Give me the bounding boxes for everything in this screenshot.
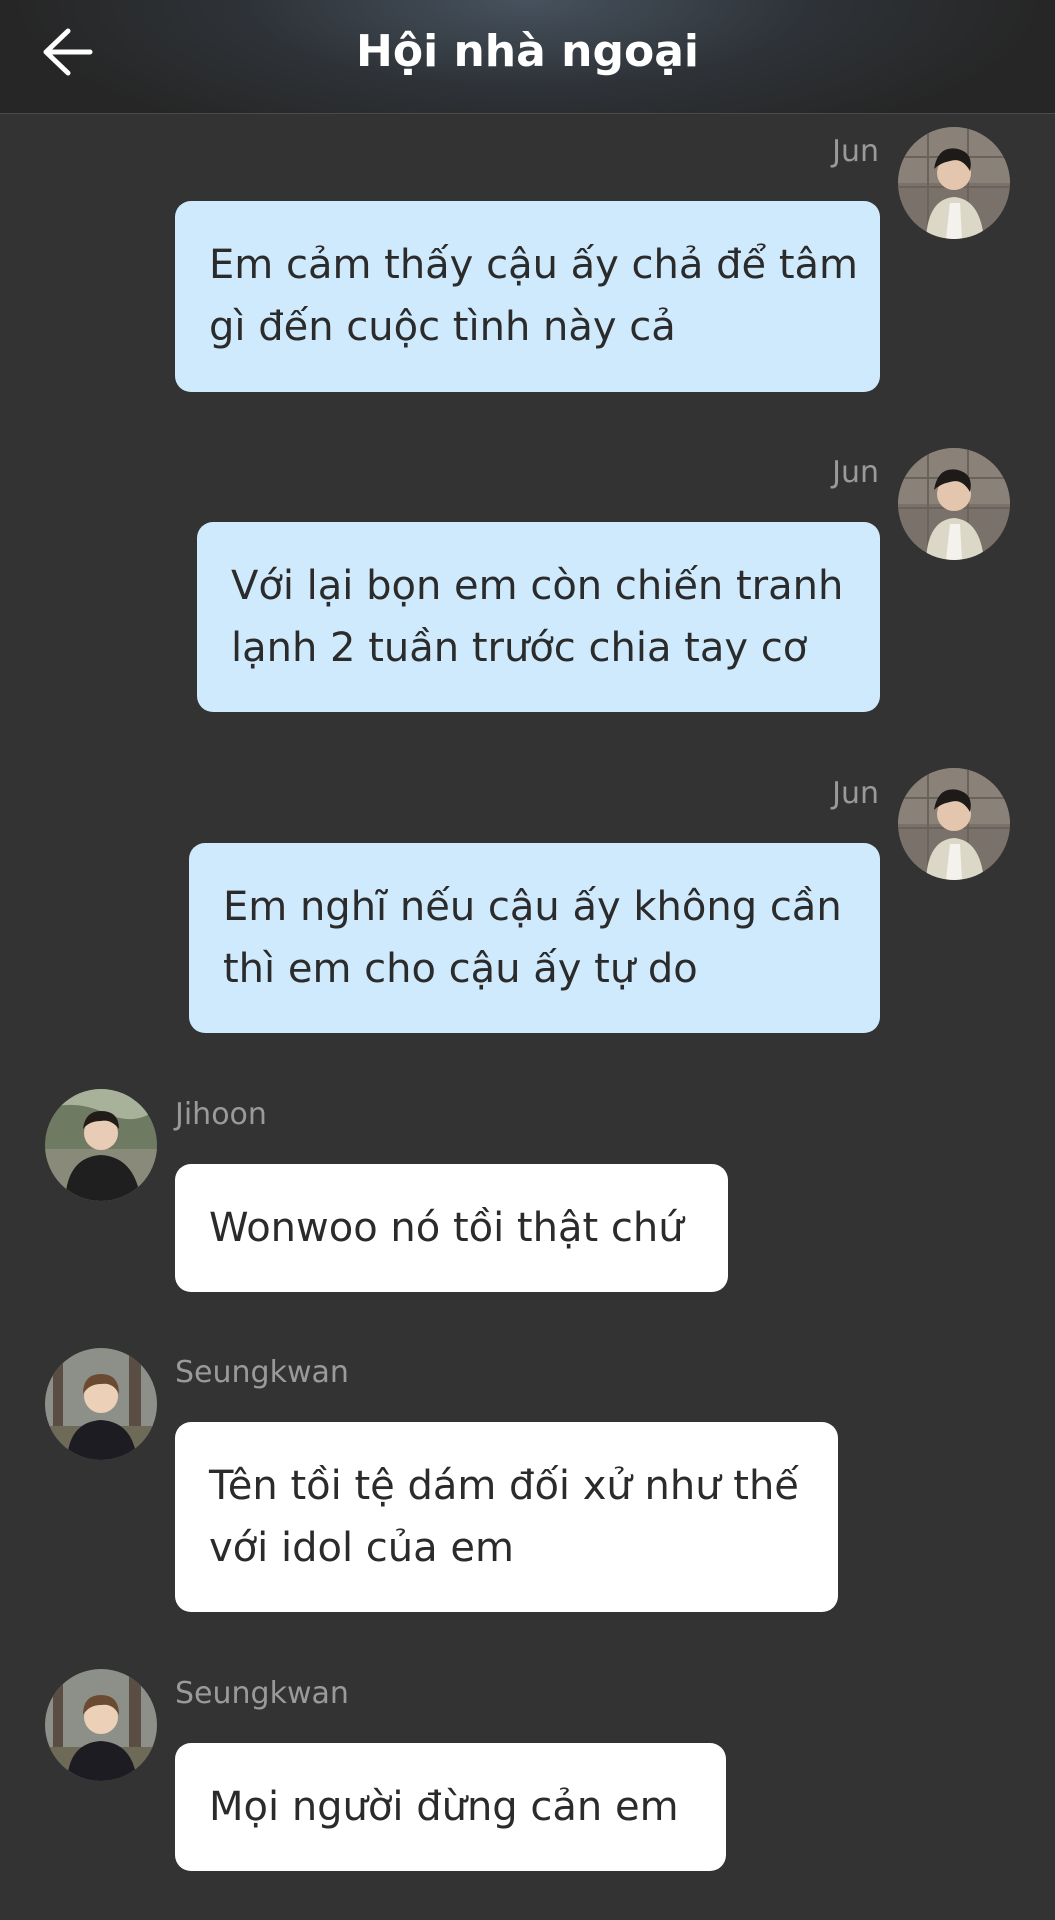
message-text-line: thì em cho cậu ấy tự do: [223, 946, 698, 992]
sender-name: Jun: [832, 455, 879, 490]
sender-name: Jun: [832, 134, 879, 169]
avatar-seungkwan[interactable]: [45, 1669, 157, 1781]
sender-name: Jihoon: [175, 1097, 267, 1132]
message-text-line: Mọi người đừng cản em: [209, 1784, 679, 1830]
message-text-line: Tên tồi tệ dám đối xử như thế: [209, 1463, 799, 1509]
sender-name: Seungkwan: [175, 1676, 349, 1711]
message-text-line: Với lại bọn em còn chiến tranh: [231, 563, 844, 609]
chat-title: Hội nhà ngoại: [356, 26, 699, 77]
avatar-seungkwan[interactable]: [45, 1348, 157, 1460]
message-bubble[interactable]: Em nghĩ nếu cậu ấy không cần thì em cho …: [189, 843, 880, 1033]
chat-header: Hội nhà ngoại: [0, 0, 1055, 114]
message-bubble[interactable]: Em cảm thấy cậu ấy chả để tâm gì đến cuộ…: [175, 201, 880, 392]
message-bubble[interactable]: Với lại bọn em còn chiến tranh lạnh 2 tu…: [197, 522, 880, 712]
message-text-line: Em cảm thấy cậu ấy chả để tâm: [209, 242, 858, 288]
message-text-line: lạnh 2 tuần trước chia tay cơ: [231, 625, 808, 671]
message-bubble[interactable]: Mọi người đừng cản em: [175, 1743, 726, 1871]
message-text-line: với idol của em: [209, 1525, 514, 1571]
message-text-line: Em nghĩ nếu cậu ấy không cần: [223, 884, 842, 930]
avatar-jun[interactable]: [898, 768, 1010, 880]
sender-name: Jun: [832, 776, 879, 811]
message-text-line: gì đến cuộc tình này cả: [209, 304, 676, 350]
sender-name: Seungkwan: [175, 1355, 349, 1390]
avatar-jihoon[interactable]: [45, 1089, 157, 1201]
message-text-line: Wonwoo nó tồi thật chứ: [209, 1205, 684, 1251]
message-bubble[interactable]: Tên tồi tệ dám đối xử như thế với idol c…: [175, 1422, 838, 1612]
avatar-jun[interactable]: [898, 448, 1010, 560]
avatar-jun[interactable]: [898, 127, 1010, 239]
message-bubble[interactable]: Wonwoo nó tồi thật chứ: [175, 1164, 728, 1292]
